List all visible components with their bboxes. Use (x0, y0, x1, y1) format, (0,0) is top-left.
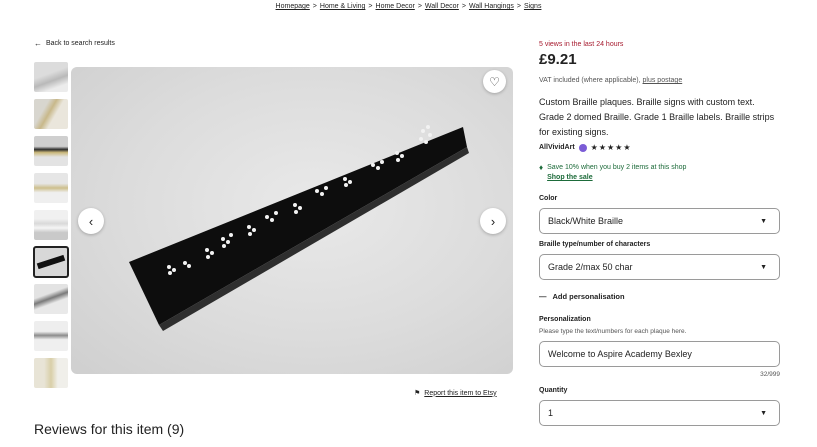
chevron-right-icon: › (490, 213, 496, 229)
breadcrumb-home-decor[interactable]: Home Decor (376, 3, 415, 10)
price: £9.21 (539, 51, 577, 68)
report-item-link[interactable]: ⚑ Report this item to Etsy (414, 389, 497, 398)
vat-text: VAT included (where applicable), (539, 77, 641, 84)
breadcrumb-wall-decor[interactable]: Wall Decor (425, 3, 459, 10)
thumbnail-image-selected[interactable] (33, 246, 69, 278)
add-personalisation-toggle[interactable]: — Add personalisation (539, 292, 625, 301)
thumbnail-image[interactable] (34, 284, 68, 314)
flag-icon: ⚑ (414, 390, 421, 397)
back-to-search-link[interactable]: ← Back to search results (34, 39, 115, 48)
caret-down-icon: ▼ (760, 218, 767, 225)
main-product-image (71, 67, 513, 374)
caret-down-icon: ▼ (760, 410, 767, 417)
breadcrumb-signs[interactable]: Signs (524, 3, 542, 10)
braille-type-select[interactable]: Grade 2/max 50 char ▼ (539, 254, 780, 280)
thumbnail-image[interactable] (34, 173, 68, 203)
rating-stars[interactable]: ★★★★★ (591, 143, 632, 152)
personalization-label: Personalization (539, 316, 591, 323)
quantity-select-value: 1 (548, 408, 554, 418)
character-counter: 32/999 (760, 371, 780, 378)
favorite-button[interactable]: ♡ (483, 70, 506, 93)
minus-icon: — (539, 292, 547, 301)
reviews-title: Reviews for this item (9) (34, 421, 185, 437)
views-count: 5 views in the last 24 hours (539, 41, 624, 48)
thumbnail-image[interactable] (34, 99, 68, 129)
promo-text: Save 10% when you buy 2 items at this sh… (547, 164, 687, 171)
breadcrumb-wall-hangings[interactable]: Wall Hangings (469, 3, 514, 10)
shop-name-link[interactable]: AllVividArt (539, 144, 575, 151)
braille-plaque-photo (129, 125, 469, 331)
item-description: Custom Braille plaques. Braille signs wi… (539, 97, 775, 137)
shop-sale-link[interactable]: Shop the sale (547, 173, 686, 183)
color-select[interactable]: Black/White Braille ▼ (539, 208, 780, 234)
next-image-button[interactable]: › (480, 208, 506, 234)
star-seller-badge-icon (578, 143, 587, 152)
vat-info: VAT included (where applicable), plus po… (539, 77, 682, 84)
thumbnail-image[interactable] (34, 321, 68, 351)
arrow-left-icon: ← (34, 39, 42, 48)
thumbnail-image[interactable] (34, 358, 68, 388)
thumbnail-strip (33, 62, 69, 395)
thumbnail-image[interactable] (34, 210, 68, 240)
thumbnail-image[interactable] (34, 136, 68, 166)
braille-type-label: Braille type/number of characters (539, 241, 651, 248)
color-label: Color (539, 195, 558, 202)
breadcrumb-home-living[interactable]: Home & Living (320, 3, 366, 10)
promo-info: ♦ Save 10% when you buy 2 items at this … (539, 163, 686, 183)
plus-postage-link[interactable]: plus postage (643, 77, 683, 84)
back-link-label: Back to search results (46, 40, 115, 47)
quantity-select[interactable]: 1 ▼ (539, 400, 780, 426)
thumbnail-image[interactable] (34, 62, 68, 92)
shop-info: AllVividArt ★★★★★ (539, 143, 632, 152)
heart-icon: ♡ (489, 74, 500, 89)
breadcrumb-homepage[interactable]: Homepage (276, 3, 310, 10)
braille-type-select-value: Grade 2/max 50 char (548, 262, 633, 272)
previous-image-button[interactable]: ‹ (78, 208, 104, 234)
chevron-left-icon: ‹ (88, 213, 94, 229)
personalization-hint: Please type the text/numbers for each pl… (539, 328, 687, 335)
add-personalisation-label: Add personalisation (552, 292, 625, 301)
caret-down-icon: ▼ (760, 264, 767, 271)
personalization-input[interactable]: Welcome to Aspire Academy Bexley (539, 341, 780, 367)
tag-icon: ♦ (539, 163, 544, 172)
color-select-value: Black/White Braille (548, 216, 624, 226)
quantity-label: Quantity (539, 387, 568, 394)
report-link-label: Report this item to Etsy (424, 389, 497, 397)
breadcrumb: Homepage > Home & Living > Home Decor > Wall D… (275, 3, 542, 10)
